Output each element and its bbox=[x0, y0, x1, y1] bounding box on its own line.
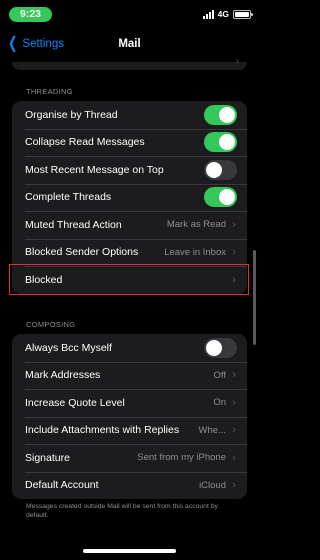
row-organise-by-thread[interactable]: Organise by Thread bbox=[12, 101, 247, 129]
row-always-bcc-myself[interactable]: Always Bcc Myself bbox=[12, 334, 247, 362]
toggle-switch[interactable] bbox=[204, 337, 237, 358]
row-label: Signature bbox=[25, 451, 70, 464]
row-value: On bbox=[213, 397, 226, 409]
page-title: Mail bbox=[118, 38, 141, 50]
toggle-switch[interactable] bbox=[204, 159, 237, 180]
threading-group: Organise by Thread Collapse Read Messages… bbox=[12, 101, 247, 294]
toggle-knob bbox=[206, 339, 222, 356]
row-label: Blocked bbox=[25, 273, 63, 286]
row-value: Off bbox=[213, 369, 227, 381]
chevron-right-icon: › bbox=[232, 246, 236, 259]
chevron-right-icon: › bbox=[232, 451, 236, 464]
chevron-right-icon: › bbox=[232, 273, 236, 286]
settings-list[interactable]: › THREADING Organise by Thread Collapse R… bbox=[0, 56, 259, 560]
row-mark-addresses[interactable]: Mark Addresses Off › bbox=[12, 361, 247, 390]
navigation-bar: ❮ Settings Mail bbox=[0, 28, 259, 62]
chevron-right-icon: › bbox=[232, 369, 236, 382]
row-label: Most Recent Message on Top bbox=[25, 163, 164, 176]
row-label: Organise by Thread bbox=[25, 108, 118, 121]
row-collapse-read-messages[interactable]: Collapse Read Messages bbox=[12, 128, 247, 157]
status-bar: 9:23 4G bbox=[0, 0, 259, 28]
row-muted-thread-action[interactable]: Muted Thread Action Mark as Read › bbox=[12, 211, 247, 239]
toggle-knob bbox=[219, 134, 235, 151]
row-blocked[interactable]: Blocked › bbox=[12, 266, 247, 294]
row-value: Whe... bbox=[198, 424, 226, 436]
toggle-knob bbox=[206, 161, 222, 178]
footer-note: Messages created outside Mail will be se… bbox=[26, 503, 218, 519]
network-type-label: 4G bbox=[217, 9, 229, 19]
row-complete-threads[interactable]: Complete Threads bbox=[12, 183, 247, 212]
row-value: Mark as Read bbox=[166, 219, 226, 231]
row-default-account[interactable]: Default Account iCloud › bbox=[12, 471, 247, 500]
scroll-indicator[interactable] bbox=[253, 250, 256, 345]
chevron-right-icon: › bbox=[232, 218, 236, 231]
composing-group: Always Bcc Myself Mark Addresses Off › Incre… bbox=[12, 334, 247, 499]
row-label: Collapse Read Messages bbox=[25, 136, 145, 149]
toggle-switch[interactable] bbox=[204, 104, 237, 125]
previous-group-edge: › bbox=[12, 56, 247, 70]
row-label: Complete Threads bbox=[25, 191, 112, 204]
composing-section-header: COMPOSING bbox=[26, 320, 76, 329]
status-time[interactable]: 9:23 bbox=[9, 7, 52, 22]
row-label: Increase Quote Level bbox=[25, 396, 125, 409]
chevron-right-icon: › bbox=[232, 424, 236, 437]
chevron-right-icon: › bbox=[232, 479, 236, 492]
battery-icon bbox=[233, 9, 253, 19]
toggle-knob bbox=[219, 189, 235, 206]
toggle-knob bbox=[219, 106, 235, 123]
row-label: Muted Thread Action bbox=[25, 218, 122, 231]
toggle-switch[interactable] bbox=[204, 187, 237, 208]
row-increase-quote-level[interactable]: Increase Quote Level On › bbox=[12, 389, 247, 417]
row-value: iCloud bbox=[199, 479, 226, 491]
row-label: Blocked Sender Options bbox=[25, 246, 139, 259]
chevron-right-icon: › bbox=[232, 396, 236, 409]
home-indicator[interactable] bbox=[83, 549, 176, 553]
row-label: Default Account bbox=[25, 479, 99, 492]
row-label: Always Bcc Myself bbox=[25, 341, 112, 354]
row-signature[interactable]: Signature Sent from my iPhone › bbox=[12, 444, 247, 472]
row-label: Mark Addresses bbox=[25, 369, 101, 382]
row-value: Leave in Inbox bbox=[164, 246, 226, 258]
row-value: Sent from my iPhone bbox=[137, 452, 226, 464]
status-indicators: 4G bbox=[202, 9, 253, 19]
signal-icon bbox=[202, 9, 214, 19]
row-blocked-sender-options[interactable]: Blocked Sender Options Leave in Inbox › bbox=[12, 238, 247, 267]
threading-section-header: THREADING bbox=[26, 87, 73, 96]
row-most-recent-message-on-top[interactable]: Most Recent Message on Top bbox=[12, 156, 247, 184]
toggle-switch[interactable] bbox=[204, 132, 237, 153]
row-label: Include Attachments with Replies bbox=[25, 424, 180, 437]
row-include-attachments-with-replies[interactable]: Include Attachments with Replies Whe... › bbox=[12, 416, 247, 445]
